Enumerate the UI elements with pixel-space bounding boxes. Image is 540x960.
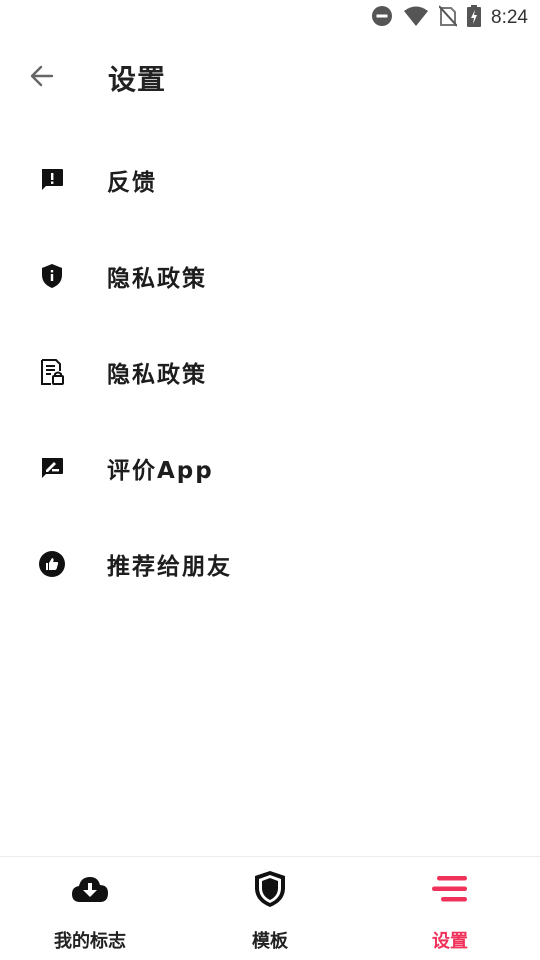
menu-item-feedback[interactable]: 反馈	[0, 132, 540, 228]
cloud-download-icon	[70, 869, 110, 909]
status-time: 8:24	[491, 7, 528, 28]
menu-item-label: 反馈	[107, 170, 157, 196]
battery-charging-icon	[467, 5, 482, 31]
menu-item-rate-app[interactable]: 评价App	[0, 420, 540, 516]
nav-label: 我的标志	[54, 931, 126, 952]
policy-document-icon	[38, 358, 66, 386]
no-sim-icon	[438, 5, 458, 31]
shield-icon	[250, 869, 290, 909]
menu-item-label: 隐私政策	[107, 266, 207, 292]
do-not-disturb-icon	[371, 5, 393, 31]
menu-item-privacy-policy-document[interactable]: 隐私政策	[0, 324, 540, 420]
thumb-up-icon	[38, 550, 66, 578]
page-title: 设置	[108, 63, 167, 96]
nav-item-my-logos[interactable]: 我的标志	[0, 857, 180, 960]
privacy-shield-icon	[38, 262, 66, 290]
menu-item-label: 推荐给朋友	[107, 554, 232, 580]
menu-item-recommend-to-friends[interactable]: 推荐给朋友	[0, 516, 540, 612]
app-bar: 设置	[0, 36, 540, 120]
back-button[interactable]	[18, 54, 66, 102]
menu-item-label: 评价App	[107, 458, 214, 484]
bottom-nav: 我的标志 模板 设置	[0, 856, 540, 960]
feedback-icon	[38, 166, 66, 194]
rate-app-icon	[38, 454, 66, 482]
wifi-icon	[403, 5, 429, 31]
menu-lines-icon	[430, 869, 470, 909]
status-bar: 8:24	[0, 0, 540, 36]
status-icons: 8:24	[371, 5, 528, 31]
arrow-left-icon	[28, 62, 56, 94]
nav-item-templates[interactable]: 模板	[180, 857, 360, 960]
settings-menu: 反馈 隐私政策 隐私政策 评价App 推荐给朋友	[0, 132, 540, 612]
nav-item-settings[interactable]: 设置	[360, 857, 540, 960]
nav-label: 模板	[252, 931, 288, 952]
nav-label: 设置	[432, 931, 468, 952]
menu-item-label: 隐私政策	[107, 362, 207, 388]
menu-item-privacy-policy[interactable]: 隐私政策	[0, 228, 540, 324]
